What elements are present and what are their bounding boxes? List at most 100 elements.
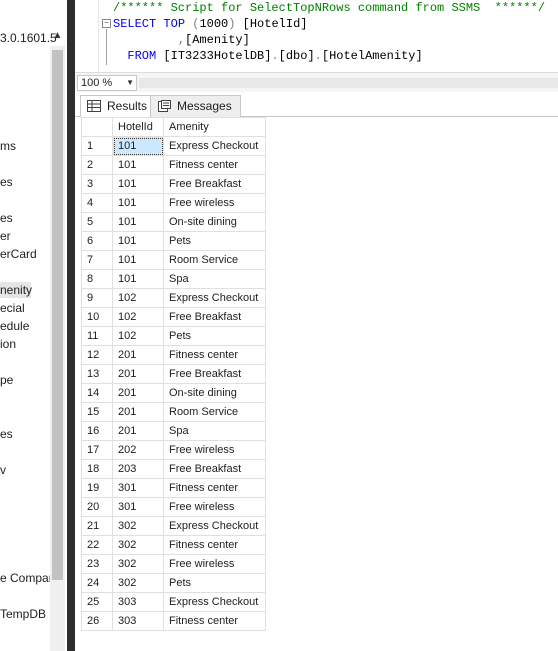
- hotelid-cell[interactable]: 101: [112, 193, 164, 213]
- row-number-cell[interactable]: 7: [81, 250, 113, 270]
- zoom-dropdown[interactable]: 100 % ▼: [77, 75, 137, 91]
- table-row[interactable]: 20 301 Free wireless: [81, 497, 266, 517]
- row-number-cell[interactable]: 26: [81, 611, 113, 631]
- table-row[interactable]: 24 302 Pets: [81, 573, 266, 593]
- editor-line-2[interactable]: SELECT TOP (1000) [HotelId]: [113, 16, 307, 32]
- row-number-cell[interactable]: 23: [81, 554, 113, 574]
- explorer-node[interactable]: TempDB: [0, 606, 46, 622]
- explorer-node[interactable]: es: [0, 174, 13, 190]
- table-row[interactable]: 11 102 Pets: [81, 326, 266, 346]
- amenity-cell[interactable]: Free Breakfast: [163, 307, 266, 327]
- editor-line-1[interactable]: /****** Script for SelectTopNRows comman…: [113, 0, 545, 16]
- hotelid-cell[interactable]: 101: [112, 250, 164, 270]
- table-row[interactable]: 8 101 Spa: [81, 269, 266, 289]
- amenity-cell[interactable]: Fitness center: [163, 535, 266, 555]
- table-row[interactable]: 6 101 Pets: [81, 231, 266, 251]
- row-number-cell[interactable]: 1: [81, 136, 113, 156]
- hotelid-cell[interactable]: 201: [112, 421, 164, 441]
- row-number-cell[interactable]: 25: [81, 592, 113, 612]
- table-row[interactable]: 1 101 Express Checkout: [81, 136, 266, 156]
- tab-messages[interactable]: Messages: [150, 95, 241, 117]
- table-row[interactable]: 13 201 Free Breakfast: [81, 364, 266, 384]
- chevron-up-icon[interactable]: ▲: [52, 30, 63, 44]
- hotelid-cell[interactable]: 201: [112, 402, 164, 422]
- amenity-cell[interactable]: Fitness center: [163, 478, 266, 498]
- amenity-cell[interactable]: Room Service: [163, 250, 266, 270]
- hotelid-cell[interactable]: 301: [112, 497, 164, 517]
- amenity-cell[interactable]: Fitness center: [163, 345, 266, 365]
- hotelid-cell[interactable]: 101: [112, 136, 164, 156]
- explorer-node[interactable]: ecial: [0, 300, 25, 316]
- hotelid-cell[interactable]: 201: [112, 345, 164, 365]
- explorer-node[interactable]: v: [0, 462, 6, 478]
- hotelid-cell[interactable]: 201: [112, 364, 164, 384]
- table-row[interactable]: 7 101 Room Service: [81, 250, 266, 270]
- hotelid-cell[interactable]: 101: [112, 155, 164, 175]
- table-row[interactable]: 14 201 On-site dining: [81, 383, 266, 403]
- hotelid-cell[interactable]: 302: [112, 535, 164, 555]
- column-header-hotelid[interactable]: HotelId: [112, 117, 164, 137]
- explorer-server-header[interactable]: 3.0.1601.5 ▲: [0, 30, 67, 46]
- amenity-cell[interactable]: Pets: [163, 326, 266, 346]
- amenity-cell[interactable]: Free wireless: [163, 554, 266, 574]
- table-row[interactable]: 3 101 Free Breakfast: [81, 174, 266, 194]
- row-number-cell[interactable]: 18: [81, 459, 113, 479]
- amenity-cell[interactable]: Pets: [163, 573, 266, 593]
- amenity-cell[interactable]: Fitness center: [163, 155, 266, 175]
- explorer-node[interactable]: erCard: [0, 246, 37, 262]
- row-number-cell[interactable]: 2: [81, 155, 113, 175]
- amenity-cell[interactable]: Free Breakfast: [163, 364, 266, 384]
- hotelid-cell[interactable]: 102: [112, 307, 164, 327]
- query-editor[interactable]: − /****** Script for SelectTopNRows comm…: [75, 0, 558, 72]
- amenity-cell[interactable]: Pets: [163, 231, 266, 251]
- explorer-node[interactable]: ms: [0, 138, 16, 154]
- amenity-cell[interactable]: Room Service: [163, 402, 266, 422]
- hotelid-cell[interactable]: 301: [112, 478, 164, 498]
- row-number-cell[interactable]: 24: [81, 573, 113, 593]
- explorer-node[interactable]: pe: [0, 372, 13, 388]
- row-number-cell[interactable]: 22: [81, 535, 113, 555]
- explorer-node[interactable]: e Compar: [0, 570, 53, 586]
- hotelid-cell[interactable]: 302: [112, 554, 164, 574]
- hotelid-cell[interactable]: 201: [112, 383, 164, 403]
- row-number-cell[interactable]: 17: [81, 440, 113, 460]
- explorer-node[interactable]: er: [0, 228, 11, 244]
- row-number-header[interactable]: [81, 117, 113, 137]
- hotelid-cell[interactable]: 303: [112, 611, 164, 631]
- hotelid-cell[interactable]: 102: [112, 326, 164, 346]
- explorer-node[interactable]: es: [0, 426, 13, 442]
- explorer-node[interactable]: edule: [0, 318, 29, 334]
- hotelid-cell[interactable]: 202: [112, 440, 164, 460]
- table-row[interactable]: 9 102 Express Checkout: [81, 288, 266, 308]
- explorer-scroll-thumb[interactable]: [52, 50, 63, 580]
- row-number-cell[interactable]: 9: [81, 288, 113, 308]
- row-number-cell[interactable]: 14: [81, 383, 113, 403]
- table-row[interactable]: 10 102 Free Breakfast: [81, 307, 266, 327]
- row-number-cell[interactable]: 6: [81, 231, 113, 251]
- collapse-icon[interactable]: −: [102, 19, 111, 28]
- row-number-cell[interactable]: 20: [81, 497, 113, 517]
- amenity-cell[interactable]: Free wireless: [163, 497, 266, 517]
- table-row[interactable]: 23 302 Free wireless: [81, 554, 266, 574]
- hotelid-cell[interactable]: 303: [112, 592, 164, 612]
- chevron-down-icon[interactable]: ▼: [126, 76, 134, 90]
- hotelid-cell[interactable]: 101: [112, 269, 164, 289]
- amenity-cell[interactable]: Express Checkout: [163, 516, 266, 536]
- panel-splitter[interactable]: [67, 0, 75, 651]
- amenity-cell[interactable]: Free Breakfast: [163, 174, 266, 194]
- hotelid-cell[interactable]: 101: [112, 212, 164, 232]
- amenity-cell[interactable]: Express Checkout: [163, 288, 266, 308]
- amenity-cell[interactable]: Spa: [163, 269, 266, 289]
- row-number-cell[interactable]: 21: [81, 516, 113, 536]
- amenity-cell[interactable]: Free wireless: [163, 193, 266, 213]
- table-row[interactable]: 18 203 Free Breakfast: [81, 459, 266, 479]
- table-row[interactable]: 25 303 Express Checkout: [81, 592, 266, 612]
- amenity-cell[interactable]: On-site dining: [163, 212, 266, 232]
- explorer-node[interactable]: es: [0, 210, 13, 226]
- row-number-cell[interactable]: 11: [81, 326, 113, 346]
- table-row[interactable]: 16 201 Spa: [81, 421, 266, 441]
- hotelid-cell[interactable]: 102: [112, 288, 164, 308]
- row-number-cell[interactable]: 3: [81, 174, 113, 194]
- hotelid-cell[interactable]: 101: [112, 174, 164, 194]
- table-row[interactable]: 15 201 Room Service: [81, 402, 266, 422]
